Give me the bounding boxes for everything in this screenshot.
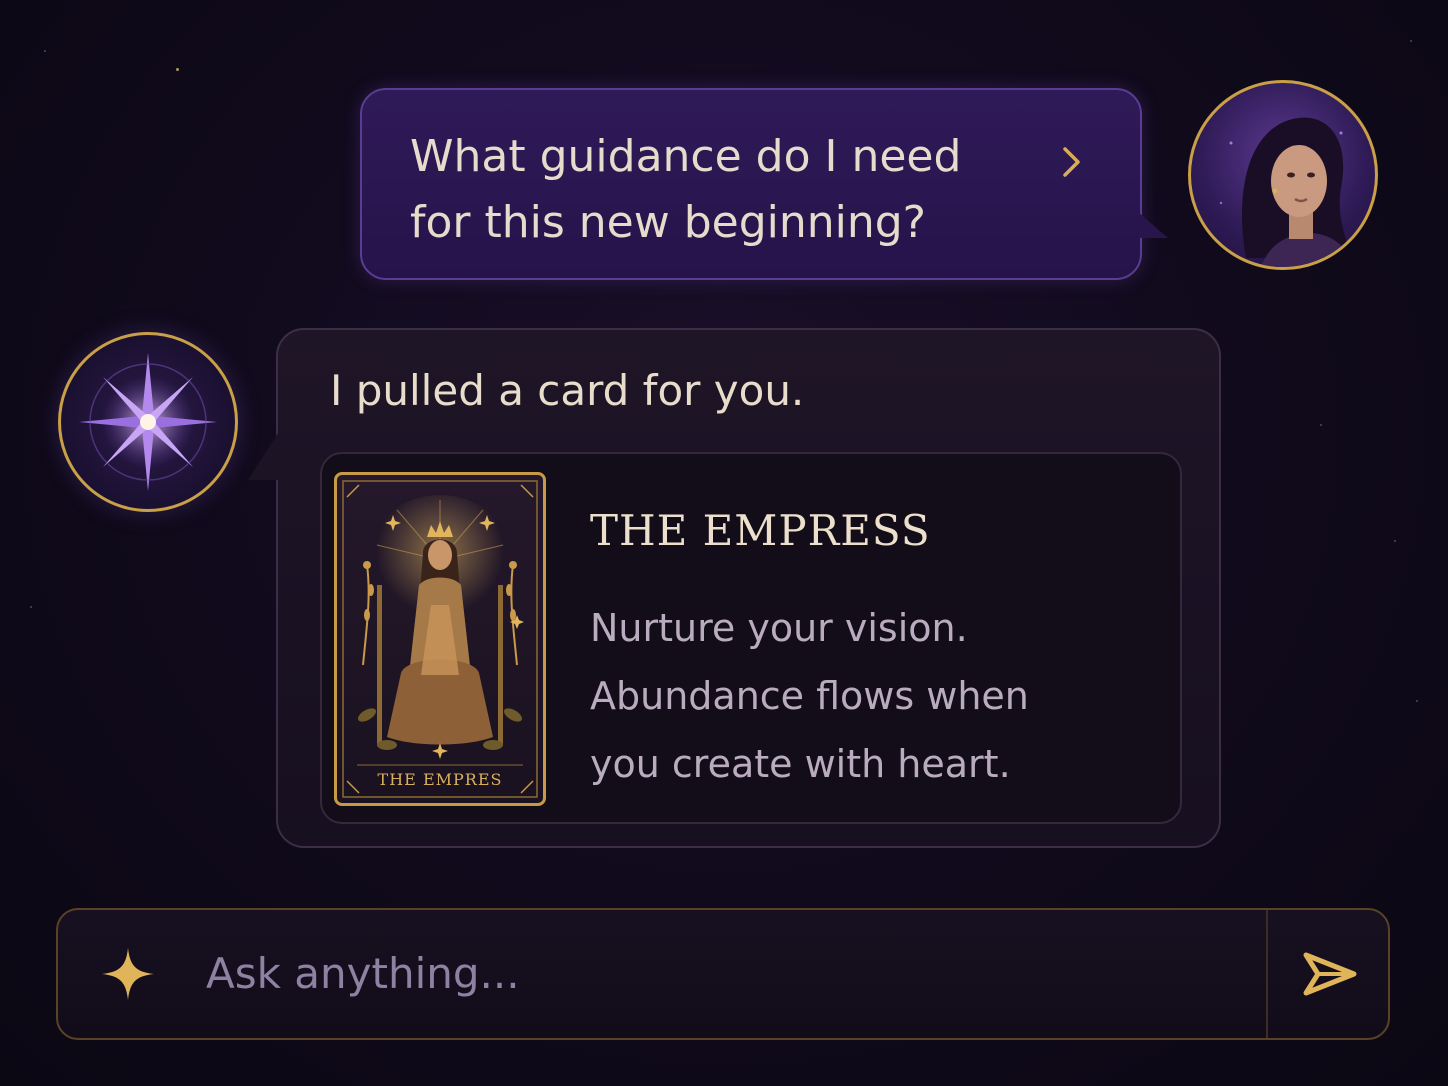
background-star bbox=[44, 50, 46, 52]
card-description: Nurture your vision. Abundance flows whe… bbox=[590, 606, 1029, 786]
message-input[interactable] bbox=[204, 940, 1208, 1006]
tarot-card-panel[interactable]: THE EMPRES THE EMPRESS Nurture your visi… bbox=[320, 452, 1182, 824]
send-button[interactable] bbox=[1272, 910, 1388, 1038]
send-icon bbox=[1303, 952, 1357, 996]
background-star bbox=[1416, 700, 1418, 702]
chevron-right-icon[interactable] bbox=[1056, 142, 1088, 182]
background-star bbox=[1410, 40, 1412, 42]
card-title: THE EMPRESS bbox=[590, 506, 931, 555]
background-star bbox=[1320, 424, 1322, 426]
background-star bbox=[176, 68, 179, 71]
bot-message-text: I pulled a card for you. bbox=[330, 366, 805, 415]
user-bubble-tail bbox=[1138, 212, 1168, 238]
empress-illustration bbox=[342, 480, 538, 798]
composer-field-wrapper bbox=[58, 910, 1268, 1038]
bot-bubble-tail bbox=[248, 430, 280, 480]
sparkle-icon bbox=[98, 944, 158, 1004]
tarot-card-image[interactable]: THE EMPRES bbox=[334, 472, 546, 806]
bot-avatar bbox=[58, 332, 238, 512]
user-message-bubble: What guidance do I need for this new beg… bbox=[360, 88, 1168, 280]
bot-message-bubble: I pulled a card for you. THE EMPRES THE … bbox=[248, 328, 1221, 848]
background-star bbox=[30, 606, 32, 608]
message-composer bbox=[56, 908, 1390, 1040]
user-avatar bbox=[1188, 80, 1378, 270]
tarot-card-caption: THE EMPRES bbox=[377, 770, 503, 789]
compass-star-icon bbox=[79, 353, 217, 491]
user-message-text: What guidance do I need for this new beg… bbox=[410, 131, 962, 248]
background-star bbox=[1394, 540, 1396, 542]
